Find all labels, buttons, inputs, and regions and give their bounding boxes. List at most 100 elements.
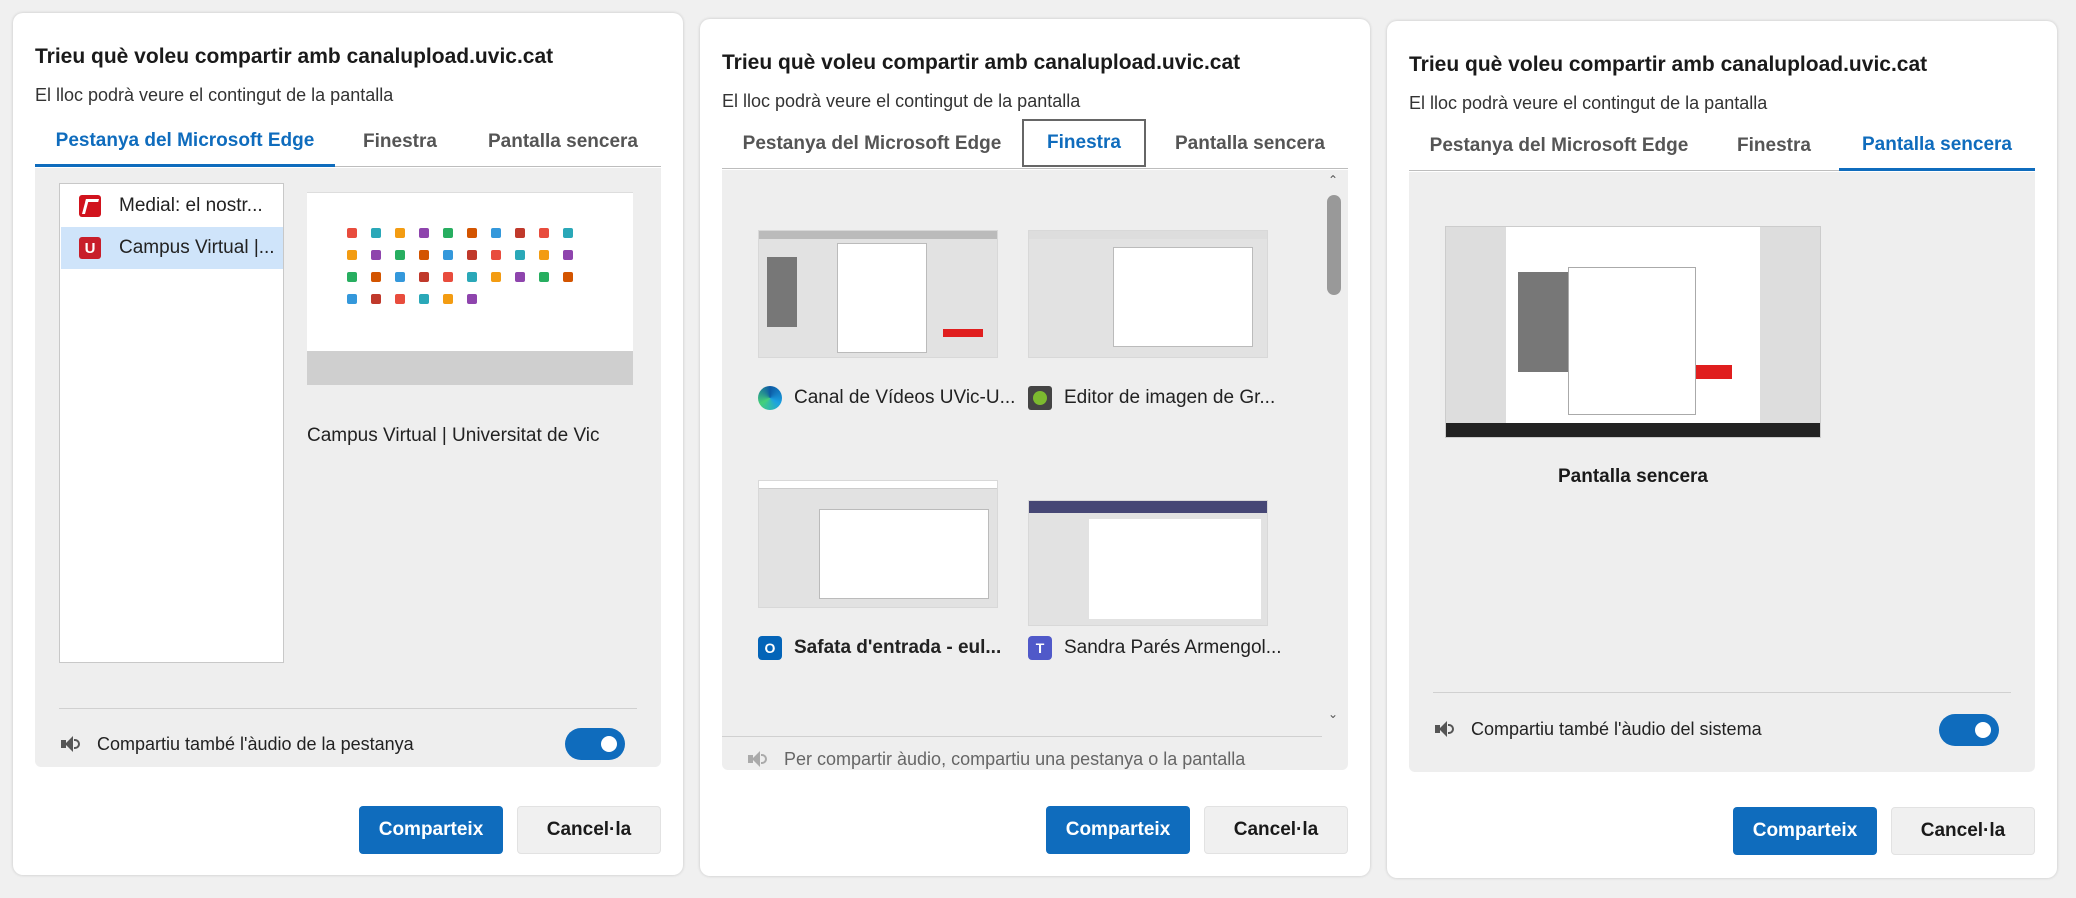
- preview-app-tile: [563, 272, 573, 282]
- preview-app-tile: [443, 294, 453, 304]
- screen-thumbnail[interactable]: [1445, 226, 1821, 438]
- share-button[interactable]: Comparteix: [1733, 807, 1877, 855]
- preview-app-tile: [419, 250, 429, 260]
- audio-option: Compartiu també l'àudio del sistema: [1433, 718, 1762, 740]
- tab-entire-screen[interactable]: Pantalla sencera: [1152, 119, 1348, 169]
- preview-app-tile: [395, 272, 405, 282]
- tab-picker-panel: Medial: el nostr... U Campus Virtual |..…: [35, 168, 661, 767]
- preview-app-tile: [491, 228, 501, 238]
- tab-preview-thumbnail: [307, 183, 633, 385]
- window-label: Editor de imagen de Gr...: [1064, 387, 1276, 408]
- window-label: Sandra Parés Armengol...: [1064, 637, 1282, 658]
- audio-toggle[interactable]: [1939, 714, 1999, 746]
- preview-app-tile: [443, 250, 453, 260]
- preview-app-tile: [443, 272, 453, 282]
- preview-app-tile: [395, 294, 405, 304]
- teams-icon: T: [1028, 636, 1052, 660]
- window-thumbnail-edge[interactable]: [758, 230, 998, 358]
- preview-app-tile: [539, 228, 549, 238]
- window-thumbnail-outlook[interactable]: [758, 480, 998, 608]
- window-picker-panel: Canal de Vídeos UVic-U... Editor de imag…: [722, 170, 1348, 770]
- divider: [722, 736, 1322, 737]
- preview-app-tile: [419, 272, 429, 282]
- campus-virtual-favicon-icon: U: [79, 237, 101, 259]
- gimp-icon: [1028, 386, 1052, 410]
- preview-app-tile: [443, 228, 453, 238]
- chevron-down-icon[interactable]: ⌄: [1327, 708, 1339, 720]
- speaker-icon: [1433, 718, 1457, 740]
- dialog-title: Trieu què voleu compartir amb canaluploa…: [35, 45, 554, 68]
- preview-app-tile: [347, 294, 357, 304]
- audio-label: Compartiu també l'àudio de la pestanya: [97, 733, 414, 754]
- dialog-title: Trieu què voleu compartir amb canaluploa…: [722, 51, 1241, 74]
- share-dialog-window: Trieu què voleu compartir amb canaluploa…: [700, 19, 1370, 876]
- dialog-subtitle: El lloc podrà veure el contingut de la p…: [722, 91, 1081, 111]
- preview-app-tile: [539, 272, 549, 282]
- tab-window[interactable]: Finestra: [335, 117, 465, 167]
- preview-app-tile: [515, 228, 525, 238]
- preview-app-tile: [563, 228, 573, 238]
- medial-favicon-icon: [79, 195, 101, 217]
- divider: [59, 708, 637, 709]
- browser-tab-list[interactable]: Medial: el nostr... U Campus Virtual |..…: [59, 183, 284, 663]
- audio-option: Compartiu també l'àudio de la pestanya: [59, 733, 414, 755]
- window-thumbnail-teams[interactable]: [1028, 500, 1268, 626]
- preview-app-tile: [347, 272, 357, 282]
- list-item-campus-virtual[interactable]: U Campus Virtual |...: [61, 227, 283, 269]
- preview-app-tile: [491, 250, 501, 260]
- preview-app-tile: [539, 250, 549, 260]
- divider: [1433, 692, 2011, 693]
- preview-app-tile: [395, 250, 405, 260]
- preview-app-tile: [467, 228, 477, 238]
- preview-app-tile: [515, 250, 525, 260]
- screen-picker-panel: Pantalla sencera Compartiu també l'àudio…: [1409, 172, 2035, 772]
- list-item-label: Campus Virtual |...: [119, 237, 275, 258]
- cancel-button[interactable]: Cancel·la: [1891, 807, 2035, 855]
- audio-label: Compartiu també l'àudio del sistema: [1471, 718, 1762, 739]
- outlook-icon: O: [758, 636, 782, 660]
- list-item-medial[interactable]: Medial: el nostr...: [61, 185, 283, 227]
- tab-edge-tab[interactable]: Pestanya del Microsoft Edge: [35, 117, 335, 167]
- source-tabs: Pestanya del Microsoft Edge Finestra Pan…: [1409, 121, 2035, 171]
- tab-window[interactable]: Finestra: [1022, 119, 1146, 167]
- preview-app-tile: [467, 294, 477, 304]
- window-thumbnail-gimp[interactable]: [1028, 230, 1268, 358]
- source-tabs: Pestanya del Microsoft Edge Finestra Pan…: [35, 117, 661, 167]
- preview-app-tile: [371, 228, 381, 238]
- cancel-button[interactable]: Cancel·la: [1204, 806, 1348, 854]
- scrollbar[interactable]: ⌃ ⌄: [1324, 170, 1342, 720]
- preview-app-tile: [395, 228, 405, 238]
- preview-app-tile: [347, 250, 357, 260]
- tab-edge-tab[interactable]: Pestanya del Microsoft Edge: [722, 119, 1022, 169]
- window-item-edge[interactable]: Canal de Vídeos UVic-U...: [758, 386, 1015, 410]
- preview-app-tile: [491, 272, 501, 282]
- dialog-subtitle: El lloc podrà veure el contingut de la p…: [1409, 93, 1768, 113]
- window-item-gimp[interactable]: Editor de imagen de Gr...: [1028, 386, 1275, 410]
- audio-label: Per compartir àudio, compartiu una pesta…: [784, 748, 1246, 769]
- scroll-thumb[interactable]: [1327, 195, 1341, 295]
- speaker-icon: [746, 748, 770, 770]
- preview-app-tile: [467, 272, 477, 282]
- tab-entire-screen[interactable]: Pantalla sencera: [465, 117, 661, 167]
- preview-app-tile: [371, 294, 381, 304]
- window-item-outlook[interactable]: O Safata d'entrada - eul...: [758, 636, 1001, 660]
- screen-caption: Pantalla sencera: [1558, 466, 1708, 487]
- preview-app-tile: [419, 228, 429, 238]
- preview-app-tile: [347, 228, 357, 238]
- tab-edge-tab[interactable]: Pestanya del Microsoft Edge: [1409, 121, 1709, 171]
- dialog-title: Trieu què voleu compartir amb canaluploa…: [1409, 53, 1928, 76]
- preview-app-tile: [563, 250, 573, 260]
- tab-entire-screen[interactable]: Pantalla sencera: [1839, 121, 2035, 171]
- chevron-up-icon[interactable]: ⌃: [1327, 174, 1339, 186]
- window-label: Safata d'entrada - eul...: [794, 637, 1002, 658]
- preview-app-tile: [419, 294, 429, 304]
- window-item-teams[interactable]: T Sandra Parés Armengol...: [1028, 636, 1282, 660]
- preview-app-tile: [371, 250, 381, 260]
- share-button[interactable]: Comparteix: [359, 806, 503, 854]
- share-button[interactable]: Comparteix: [1046, 806, 1190, 854]
- source-tabs: Pestanya del Microsoft Edge Finestra Pan…: [722, 119, 1348, 169]
- tab-window[interactable]: Finestra: [1709, 121, 1839, 171]
- audio-toggle[interactable]: [565, 728, 625, 760]
- list-item-label: Medial: el nostr...: [119, 195, 263, 216]
- cancel-button[interactable]: Cancel·la: [517, 806, 661, 854]
